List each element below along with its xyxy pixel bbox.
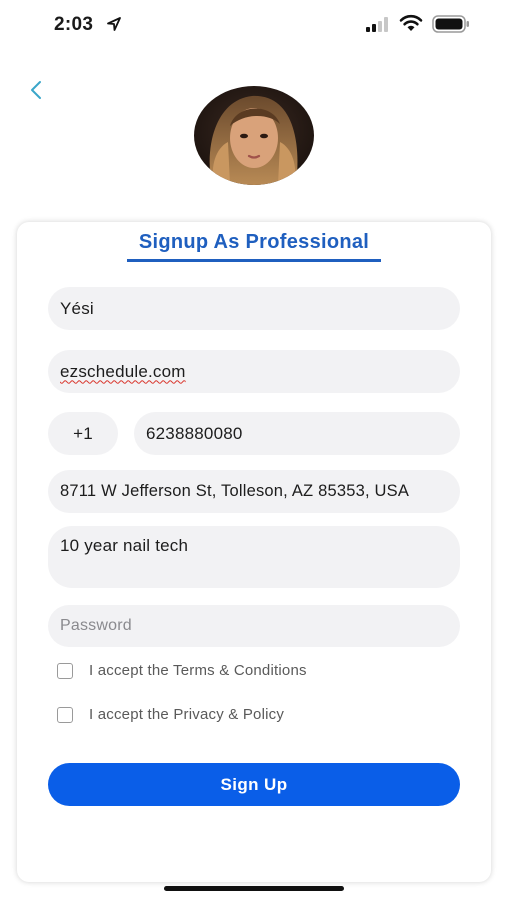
signup-button[interactable]: Sign Up	[48, 763, 460, 806]
privacy-checkbox-row[interactable]: I accept the Privacy & Policy	[57, 706, 284, 723]
status-bar: 2:03	[0, 0, 507, 50]
email-value: ezschedule.com	[60, 361, 186, 381]
location-icon	[107, 17, 121, 31]
chevron-left-icon	[31, 81, 41, 99]
signup-card: Signup As Professional Yési ezschedule.c…	[17, 222, 491, 882]
profile-photo	[194, 86, 314, 185]
title-underline	[127, 259, 381, 262]
phone-field[interactable]: 6238880080	[134, 412, 460, 455]
back-button[interactable]	[22, 76, 50, 104]
home-indicator	[164, 886, 344, 891]
status-time: 2:03	[54, 14, 94, 35]
terms-label: I accept the Terms & Conditions	[89, 662, 307, 679]
page-title: Signup As Professional	[138, 231, 370, 253]
terms-checkbox[interactable]	[57, 662, 73, 679]
battery-icon	[432, 15, 469, 33]
password-field[interactable]: Password	[48, 605, 460, 647]
country-code-field[interactable]: +1	[48, 412, 118, 455]
wifi-icon	[399, 14, 423, 31]
terms-checkbox-row[interactable]: I accept the Terms & Conditions	[57, 662, 307, 679]
email-field[interactable]: ezschedule.com	[48, 350, 460, 393]
address-field[interactable]: 8711 W Jefferson St, Tolleson, AZ 85353,…	[48, 470, 460, 513]
privacy-checkbox[interactable]	[57, 706, 73, 723]
signal-icon	[366, 17, 388, 32]
name-field[interactable]: Yési	[48, 287, 460, 330]
privacy-label: I accept the Privacy & Policy	[89, 706, 285, 723]
bio-field[interactable]: 10 year nail tech	[48, 526, 460, 588]
avatar[interactable]	[194, 86, 314, 185]
